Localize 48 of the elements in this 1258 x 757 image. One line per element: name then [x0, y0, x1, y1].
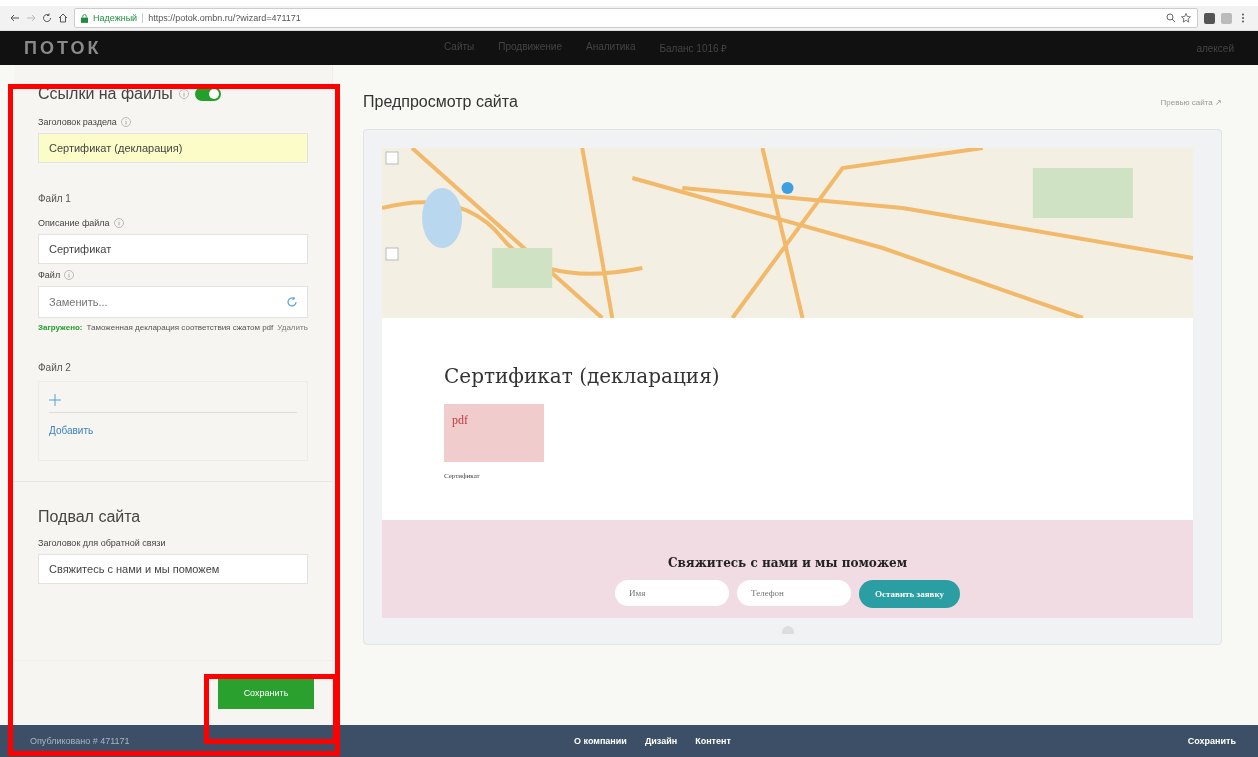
uploaded-label: Загружено: [38, 323, 83, 332]
file-title: Файл 1 [38, 193, 72, 204]
field-label: Заголовок для обратной связи [38, 538, 166, 548]
zoom-icon[interactable] [1166, 13, 1176, 23]
description-input[interactable]: Сертификат [38, 234, 308, 264]
file-type-label: pdf [452, 413, 468, 427]
plus-icon[interactable] [49, 394, 61, 406]
section-title: Подвал сайта [38, 508, 142, 526]
name-input[interactable]: Имя [615, 580, 730, 606]
bottom-nav-link[interactable]: Контент [695, 736, 731, 746]
add-link[interactable]: Добавить [49, 425, 94, 436]
reload-icon[interactable] [42, 13, 52, 23]
preview-title: Предпросмотр сайта [363, 93, 518, 111]
logo-text: ПОТОК [24, 37, 103, 59]
refresh-icon[interactable] [286, 296, 298, 308]
field-label: Описание файла [38, 218, 110, 228]
bottom-nav-link[interactable]: Дизайн [644, 736, 678, 746]
url-text: https://potok.ombn.ru/?wizard=471171 [148, 13, 301, 23]
extension-icon[interactable] [1204, 12, 1215, 24]
phone-input[interactable]: Телефон [737, 580, 852, 606]
feedback-title-input[interactable]: Свяжитесь с нами и мы поможем [38, 554, 308, 584]
secure-label: Надежный [93, 13, 144, 23]
info-icon[interactable] [113, 218, 124, 228]
file-input[interactable]: Заменить... [38, 286, 308, 318]
submit-button[interactable]: Оставить заявку [859, 580, 960, 608]
home-icon[interactable] [58, 13, 68, 23]
published-text: Опубликовано # 471171 [30, 736, 131, 746]
save-link[interactable]: Сохранить [1187, 736, 1236, 746]
address-bar[interactable]: Надежный https://potok.ombn.ru/?wizard=471171 [74, 8, 1198, 28]
remove-link[interactable]: Удалить [277, 323, 308, 332]
field-label: Заголовок раздела [38, 117, 117, 127]
field-label: Файл [38, 270, 61, 280]
lock-icon [81, 13, 88, 23]
info-icon[interactable] [120, 117, 131, 127]
bottom-nav-link[interactable]: О компании [574, 736, 627, 746]
forward-icon[interactable] [26, 13, 36, 23]
file-thumbnail[interactable]: pdf [444, 404, 544, 462]
preview-link[interactable]: Превью сайта ↗ [1160, 97, 1222, 107]
info-icon[interactable] [178, 89, 189, 99]
star-icon[interactable] [1181, 13, 1191, 23]
heading-input[interactable]: Сертификат (декларация) [38, 133, 308, 163]
uploaded-file-name: Таможенная декларация соответствия сжатом pdf [86, 323, 274, 332]
file-title: Файл 2 [38, 362, 72, 373]
save-button[interactable]: Сохранить [218, 677, 314, 709]
info-icon[interactable] [64, 270, 75, 280]
section-heading: Сертификат (декларация) [444, 364, 721, 388]
contact-title: Свяжитесь с нами и мы поможем [667, 556, 908, 570]
back-icon[interactable] [10, 13, 20, 23]
